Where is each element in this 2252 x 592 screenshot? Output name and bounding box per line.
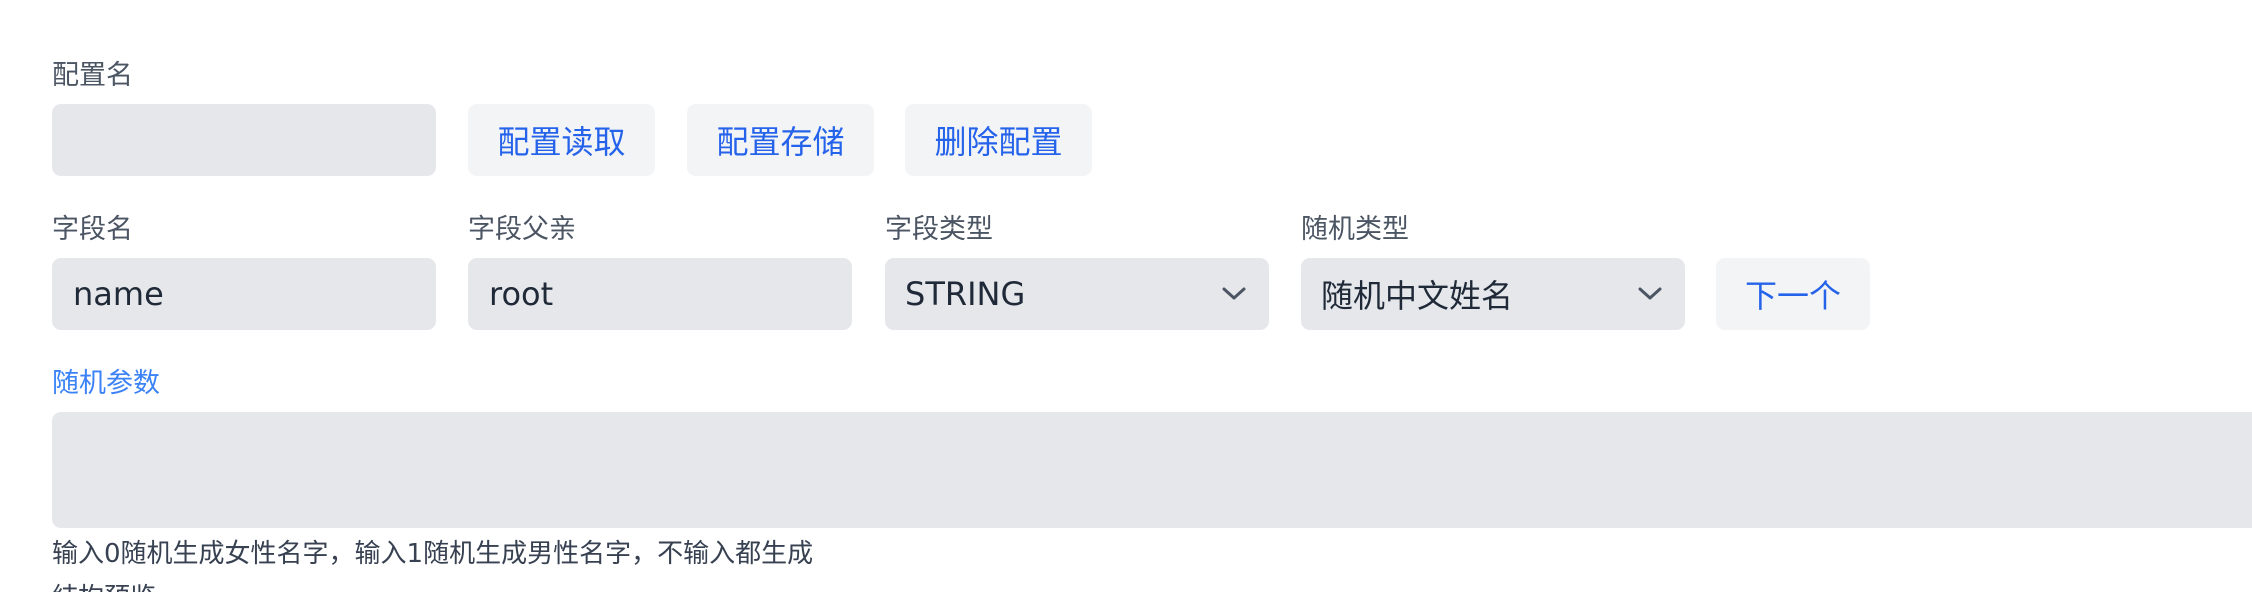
field-parent-input[interactable]: [468, 258, 852, 330]
field-type-selected-value: STRING: [905, 275, 1026, 313]
field-name-label: 字段名: [52, 214, 133, 245]
config-read-button[interactable]: 配置读取: [468, 104, 655, 176]
random-params-textarea[interactable]: [52, 412, 2252, 528]
chevron-down-icon: [1219, 279, 1249, 309]
random-data-config-form: 配置名 配置读取 配置存储 删除配置 字段名 字段父亲 字段类型 STRING …: [0, 0, 2252, 592]
structure-preview-label: 結构预览: [52, 580, 156, 592]
random-type-select[interactable]: 随机中文姓名: [1301, 258, 1685, 330]
config-name-label: 配置名: [52, 60, 133, 91]
random-type-selected-value: 随机中文姓名: [1321, 277, 1514, 315]
next-button[interactable]: 下一个: [1716, 258, 1870, 330]
random-params-hint: 输入0随机生成女性名字，输入1随机生成男性名字，不输入都生成: [52, 539, 814, 569]
field-name-input[interactable]: [52, 258, 436, 330]
chevron-down-icon: [1635, 279, 1665, 309]
field-type-select[interactable]: STRING: [885, 258, 1269, 330]
field-type-label: 字段类型: [885, 214, 993, 245]
random-params-label: 随机参数: [52, 368, 160, 399]
field-parent-label: 字段父亲: [468, 214, 576, 245]
config-delete-button[interactable]: 删除配置: [905, 104, 1092, 176]
config-save-button[interactable]: 配置存储: [687, 104, 874, 176]
config-name-input[interactable]: [52, 104, 436, 176]
random-type-label: 随机类型: [1301, 214, 1409, 245]
